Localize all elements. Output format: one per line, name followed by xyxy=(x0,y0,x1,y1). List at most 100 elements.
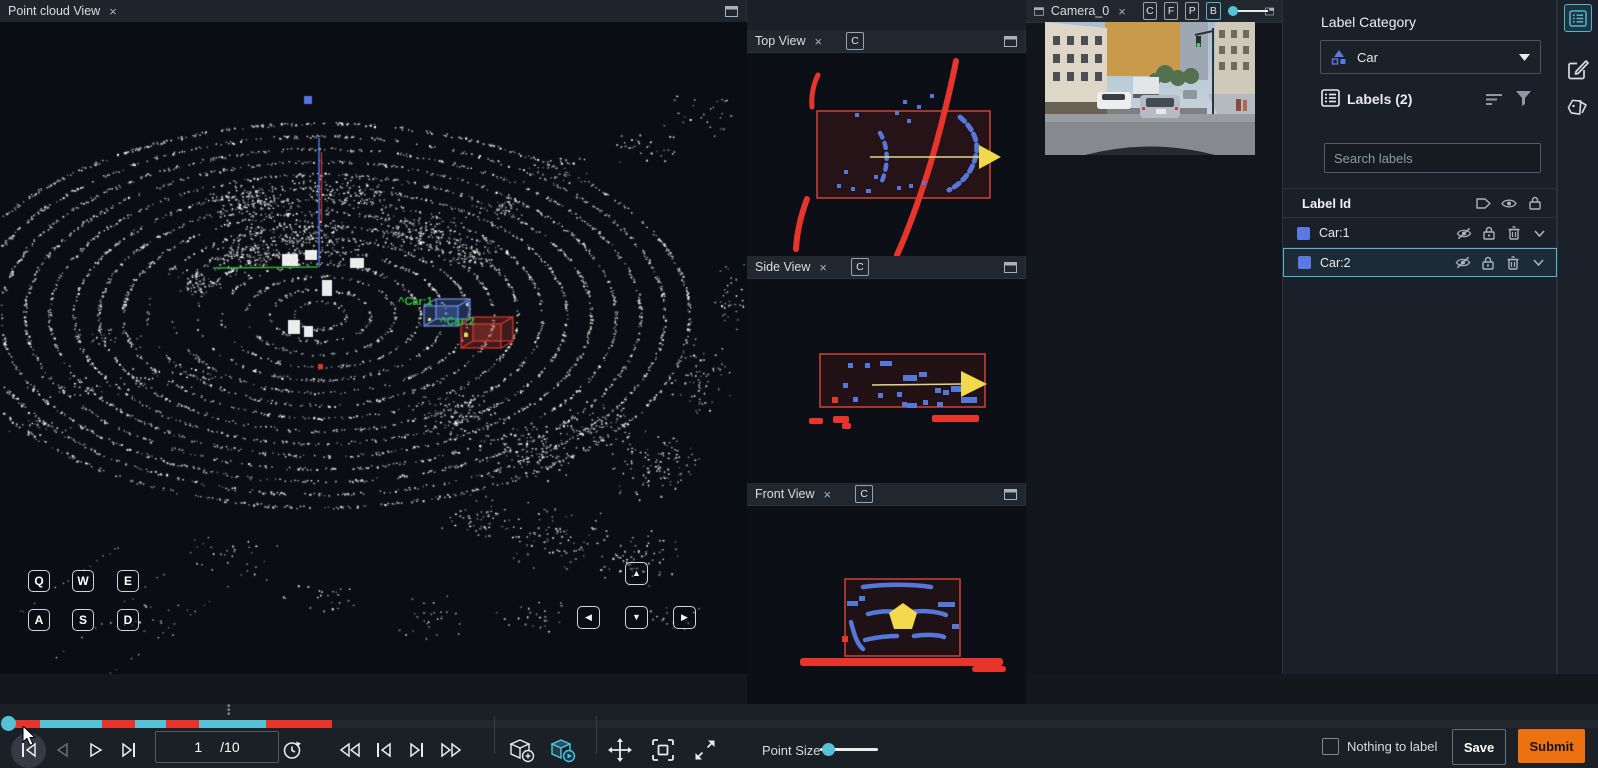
fit-view-button[interactable] xyxy=(650,737,676,763)
side-view-close-icon[interactable]: × xyxy=(819,261,827,274)
lock-icon[interactable] xyxy=(1481,225,1497,241)
timeline-segment[interactable] xyxy=(40,720,102,728)
point-cloud-close-icon[interactable]: × xyxy=(109,5,117,18)
frame-counter[interactable]: 1 /10 xyxy=(155,731,279,763)
pan-left-button[interactable]: ◀ xyxy=(577,606,600,629)
timeline-segment[interactable] xyxy=(135,720,166,728)
timeline-segment[interactable] xyxy=(199,720,266,728)
nothing-to-label-checkbox[interactable] xyxy=(1322,738,1339,755)
top-view-canvas[interactable] xyxy=(747,53,1026,257)
step-back-button[interactable] xyxy=(373,739,395,761)
camera-opacity-slider[interactable] xyxy=(1228,5,1258,17)
label-row-car2[interactable]: Car:2 xyxy=(1283,248,1557,277)
frame-timeline[interactable] xyxy=(0,720,1598,728)
side-view-c-button[interactable]: C xyxy=(851,258,869,276)
key-s[interactable]: S xyxy=(72,609,94,631)
front-view-panel: Front View × C xyxy=(747,483,1026,704)
frame-current: 1 xyxy=(194,739,202,755)
step-back-icon xyxy=(375,742,393,758)
window-restore-icon[interactable] xyxy=(725,6,738,17)
labels-list-icon xyxy=(1321,89,1340,107)
edit-cuboid-mode-button[interactable] xyxy=(549,736,577,764)
point-cloud-header: Point cloud View × xyxy=(0,0,746,23)
divider xyxy=(596,716,597,754)
chevron-down-icon[interactable] xyxy=(1530,255,1546,271)
key-a[interactable]: A xyxy=(28,609,50,631)
label-category-title: Label Category xyxy=(1321,14,1416,30)
labels-panel-toggle[interactable] xyxy=(1564,4,1592,32)
side-view-header: Side View × C xyxy=(747,256,1025,279)
front-view-canvas[interactable] xyxy=(747,506,1026,705)
point-size-slider-knob[interactable] xyxy=(822,743,835,756)
top-view-c-button[interactable]: C xyxy=(846,32,864,50)
label-sidebar: Label Category Car Labels (2) Label Id xyxy=(1283,0,1557,674)
chevron-down-icon[interactable] xyxy=(1531,225,1547,241)
timeline-drag-handle[interactable]: ••• xyxy=(227,705,231,717)
camera-b-button[interactable]: B xyxy=(1206,2,1220,20)
fast-forward-button[interactable] xyxy=(440,739,462,761)
next-frame-button[interactable] xyxy=(118,739,140,761)
timeline-segment[interactable] xyxy=(266,720,332,728)
pan-down-button[interactable]: ▼ xyxy=(625,606,648,629)
top-view-title: Top View xyxy=(755,34,806,48)
playback-speed-button[interactable] xyxy=(281,739,303,761)
key-q[interactable]: Q xyxy=(28,570,50,592)
top-view-header: Top View × C xyxy=(747,30,1025,53)
key-e[interactable]: E xyxy=(117,570,139,592)
cube-play-icon xyxy=(550,738,576,763)
pan-right-button[interactable]: ▶ xyxy=(673,606,696,629)
label-name: Car:1 xyxy=(1319,226,1350,240)
eye-off-icon[interactable] xyxy=(1455,255,1471,271)
submit-button[interactable]: Submit xyxy=(1518,729,1585,763)
sort-icon[interactable] xyxy=(1486,93,1504,106)
fast-rewind-button[interactable] xyxy=(339,739,361,761)
camera-p-button[interactable]: P xyxy=(1185,2,1199,20)
key-d[interactable]: D xyxy=(117,609,139,631)
key-w[interactable]: W xyxy=(72,570,94,592)
front-view-close-icon[interactable]: × xyxy=(824,488,832,501)
play-button[interactable] xyxy=(85,739,107,761)
tags-panel-toggle[interactable] xyxy=(1567,98,1590,117)
camera-f-button[interactable]: F xyxy=(1164,2,1178,20)
label-row-car1[interactable]: Car:1 xyxy=(1283,219,1557,248)
camera-c-button[interactable]: C xyxy=(1143,2,1157,20)
tag-icon[interactable] xyxy=(1475,195,1491,211)
timeline-playhead[interactable] xyxy=(1,716,16,731)
trash-icon[interactable] xyxy=(1506,225,1522,241)
top-view-close-icon[interactable]: × xyxy=(815,35,823,48)
fast-forward-icon xyxy=(440,742,462,758)
add-cuboid-button[interactable] xyxy=(508,736,536,764)
timeline-segment[interactable] xyxy=(102,720,135,728)
label-color-swatch xyxy=(1298,256,1311,269)
move-tool-button[interactable] xyxy=(607,737,633,763)
eye-off-icon[interactable] xyxy=(1456,225,1472,241)
category-shapes-icon xyxy=(1331,49,1348,65)
lock-icon[interactable] xyxy=(1480,255,1496,271)
step-forward-icon xyxy=(408,742,426,758)
category-value: Car xyxy=(1357,50,1378,65)
step-forward-button[interactable] xyxy=(406,739,428,761)
side-view-canvas[interactable] xyxy=(747,279,1026,484)
filter-icon[interactable] xyxy=(1516,91,1531,106)
label-category-dropdown[interactable]: Car xyxy=(1320,40,1541,74)
edit-panel-toggle[interactable] xyxy=(1567,58,1589,80)
window-restore-icon[interactable] xyxy=(1004,36,1017,47)
prev-frame-button[interactable] xyxy=(51,739,73,761)
window-restore-icon[interactable] xyxy=(1034,6,1044,17)
lock-icon[interactable] xyxy=(1527,195,1543,211)
camera-close-icon[interactable]: × xyxy=(1118,5,1126,18)
window-restore-icon[interactable] xyxy=(1004,489,1017,500)
fullscreen-button[interactable] xyxy=(692,737,718,763)
front-view-header: Front View × C xyxy=(747,483,1025,506)
mouse-cursor xyxy=(22,726,38,748)
trash-icon[interactable] xyxy=(1505,255,1521,271)
tags-icon xyxy=(1567,98,1590,117)
labels-count-title: Labels (2) xyxy=(1347,91,1412,107)
timeline-segment[interactable] xyxy=(166,720,199,728)
front-view-c-button[interactable]: C xyxy=(855,485,873,503)
pan-up-button[interactable]: ▲ xyxy=(625,562,648,585)
save-button[interactable]: Save xyxy=(1452,729,1506,765)
search-labels-input[interactable] xyxy=(1324,143,1541,173)
eye-icon[interactable] xyxy=(1501,195,1517,211)
window-restore-icon[interactable] xyxy=(1004,262,1017,273)
